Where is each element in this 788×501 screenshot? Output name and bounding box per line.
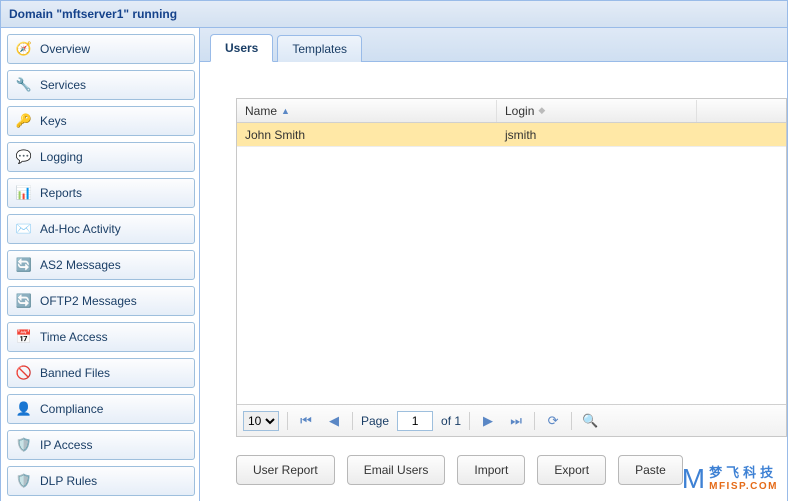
ban-icon: 🚫	[16, 365, 32, 381]
email-users-button[interactable]: Email Users	[347, 455, 446, 485]
separator	[534, 412, 535, 430]
table-row[interactable]: John Smith jsmith	[237, 123, 786, 147]
sidebar-item-label: IP Access	[40, 438, 92, 452]
separator	[287, 412, 288, 430]
compass-icon: 🧭	[16, 41, 32, 57]
table-body: John Smith jsmith	[237, 123, 786, 404]
separator	[352, 412, 353, 430]
sidebar-item-label: Reports	[40, 186, 82, 200]
sidebar-item-label: AS2 Messages	[40, 258, 121, 272]
sort-none-icon: ◆	[538, 105, 545, 116]
sort-asc-icon: ▲	[281, 106, 290, 116]
button-bar: User Report Email Users Import Export Pa…	[236, 437, 787, 485]
sidebar-item-label: OFTP2 Messages	[40, 294, 137, 308]
calendar-icon: 📅	[16, 329, 32, 345]
tab-content: Name ▲ Login ◆ John Smith jsmith	[200, 62, 787, 501]
user-report-button[interactable]: User Report	[236, 455, 335, 485]
sidebar-item-reports[interactable]: 📊 Reports	[7, 178, 195, 208]
export-button[interactable]: Export	[537, 455, 606, 485]
refresh-icon[interactable]: ⟳	[543, 413, 563, 429]
sidebar-item-time-access[interactable]: 📅 Time Access	[7, 322, 195, 352]
separator	[469, 412, 470, 430]
sidebar-item-compliance[interactable]: 👤 Compliance	[7, 394, 195, 424]
tab-templates[interactable]: Templates	[277, 35, 362, 62]
sidebar-item-logging[interactable]: 💬 Logging	[7, 142, 195, 172]
sidebar-item-label: Banned Files	[40, 366, 110, 380]
sidebar-item-keys[interactable]: 🔑 Keys	[7, 106, 195, 136]
sidebar-item-as2-messages[interactable]: 🔄 AS2 Messages	[7, 250, 195, 280]
sidebar-item-dlp-rules[interactable]: 🛡️ DLP Rules	[7, 466, 195, 496]
tab-users[interactable]: Users	[210, 34, 273, 62]
pager: 10 ⏮ ◀ Page of 1 ▶ ⏭ ⟳ 🔍	[237, 404, 786, 436]
sidebar-item-label: Keys	[40, 114, 67, 128]
sync-icon: 🔄	[16, 257, 32, 273]
first-page-icon[interactable]: ⏮	[296, 413, 316, 429]
prev-page-icon[interactable]: ◀	[324, 413, 344, 429]
table-header: Name ▲ Login ◆	[237, 99, 786, 123]
sidebar-item-overview[interactable]: 🧭 Overview	[7, 34, 195, 64]
column-header-rest	[697, 107, 786, 115]
column-header-login[interactable]: Login ◆	[497, 100, 697, 122]
tab-bar: Users Templates	[200, 28, 787, 62]
wrench-icon: 🔧	[16, 77, 32, 93]
sidebar-item-services[interactable]: 🔧 Services	[7, 70, 195, 100]
sidebar-item-label: Services	[40, 78, 86, 92]
paste-button[interactable]: Paste	[618, 455, 683, 485]
column-label: Name	[245, 104, 277, 118]
person-icon: 👤	[16, 401, 32, 417]
sidebar-item-label: Compliance	[40, 402, 103, 416]
sidebar-item-label: Time Access	[40, 330, 108, 344]
mail-icon: ✉️	[16, 221, 32, 237]
column-label: Login	[505, 104, 534, 118]
users-table: Name ▲ Login ◆ John Smith jsmith	[236, 98, 787, 437]
page-input[interactable]	[397, 411, 433, 431]
chart-icon: 📊	[16, 185, 32, 201]
sidebar-item-banned-files[interactable]: 🚫 Banned Files	[7, 358, 195, 388]
speech-icon: 💬	[16, 149, 32, 165]
cell-name: John Smith	[237, 124, 497, 146]
sidebar-item-oftp2-messages[interactable]: 🔄 OFTP2 Messages	[7, 286, 195, 316]
cell-rest	[697, 131, 786, 139]
column-header-name[interactable]: Name ▲	[237, 100, 497, 122]
sidebar-item-label: DLP Rules	[40, 474, 97, 488]
domain-header: Domain "mftserver1" running	[1, 1, 787, 28]
shield-icon: 🛡️	[16, 437, 32, 453]
sidebar-item-label: Logging	[40, 150, 83, 164]
sync-icon: 🔄	[16, 293, 32, 309]
page-label: Page	[361, 414, 389, 428]
separator	[571, 412, 572, 430]
page-size-select[interactable]: 10	[243, 411, 279, 431]
shield-icon: 🛡️	[16, 473, 32, 489]
sidebar-item-ip-access[interactable]: 🛡️ IP Access	[7, 430, 195, 460]
next-page-icon[interactable]: ▶	[478, 413, 498, 429]
sidebar-item-label: Overview	[40, 42, 90, 56]
main-panel: Users Templates Name ▲ Login ◆	[200, 28, 787, 501]
sidebar-item-adhoc-activity[interactable]: ✉️ Ad-Hoc Activity	[7, 214, 195, 244]
import-button[interactable]: Import	[457, 455, 525, 485]
sidebar: 🧭 Overview 🔧 Services 🔑 Keys 💬 Logging 📊…	[1, 28, 200, 501]
sidebar-item-label: Ad-Hoc Activity	[40, 222, 121, 236]
cell-login: jsmith	[497, 124, 697, 146]
search-icon[interactable]: 🔍	[580, 413, 600, 429]
last-page-icon[interactable]: ⏭	[506, 413, 526, 429]
key-icon: 🔑	[16, 113, 32, 129]
page-of-label: of 1	[441, 414, 461, 428]
